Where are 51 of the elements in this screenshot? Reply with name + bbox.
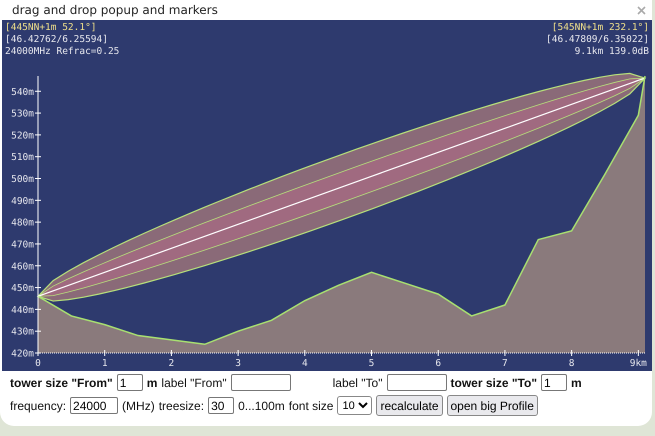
y-tick-label: 530m [11,108,34,120]
input-field[interactable]: 30 [208,397,234,414]
y-tick-label: 480m [11,218,34,229]
x-tick-label: 6 [435,358,442,369]
field-label: 0...100m [238,398,285,412]
window-title: drag and drop popup and markers [12,3,218,17]
x-tick-label: 3 [235,358,241,369]
x-tick-label: 0 [35,358,41,369]
field-label: m [146,376,158,390]
action-button[interactable]: recalculate [376,395,442,416]
x-tick-label: 7 [502,358,508,369]
field-label: tower size "To" [450,376,538,390]
x-tick-label: 2 [168,358,174,369]
input-field[interactable] [386,374,446,391]
y-tick-label: 430m [11,326,34,338]
y-tick-label: 490m [11,196,34,207]
x-tick-label: 5 [368,358,374,369]
y-tick-label: 420m [11,348,34,360]
input-field[interactable]: 1 [541,374,568,391]
from-coordinates: [46.42762/6.25594] [5,34,108,45]
x-tick-label: 8 [568,358,574,369]
field-label: label "To" [332,376,382,390]
y-tick-label: 450m [11,283,34,294]
field-label: frequency: [10,398,66,412]
distance-loss: 9.1km 139.0dB [574,46,649,57]
field-label: label "From" [161,376,227,390]
field-label: font size [288,398,334,412]
y-tick-label: 500m [11,174,34,185]
field-label: m [571,376,582,390]
x-tick-label: 4 [302,358,308,369]
field-label: (MHz) [122,398,155,412]
input-field[interactable]: 1 [116,374,143,391]
font-size-select[interactable]: 10 [337,396,372,415]
close-icon[interactable] [637,6,646,14]
frequency-info: 24000MHz Refrac=0.25 [5,46,120,57]
field-label: treesize: [158,398,204,412]
input-field[interactable] [230,374,291,391]
input-field[interactable]: 24000 [70,397,118,414]
x-tick-label: 1 [102,358,108,369]
y-tick-label: 440m [11,304,34,316]
action-button[interactable]: open big Profile [446,395,538,416]
y-tick-label: 520m [11,130,34,142]
field-label: tower size "From" [10,376,113,390]
y-tick-label: 510m [11,152,34,164]
y-tick-label: 470m [11,239,34,250]
from-elevation: [445NN+1m 52.1°] [5,22,97,33]
to-coordinates: [46.47809/6.35022] [546,34,649,45]
x-tick-label: 9km [630,358,647,369]
y-tick-label: 540m [11,86,34,98]
to-elevation: [545NN+1m 232.1°] [552,22,649,33]
y-tick-label: 460m [11,261,34,272]
